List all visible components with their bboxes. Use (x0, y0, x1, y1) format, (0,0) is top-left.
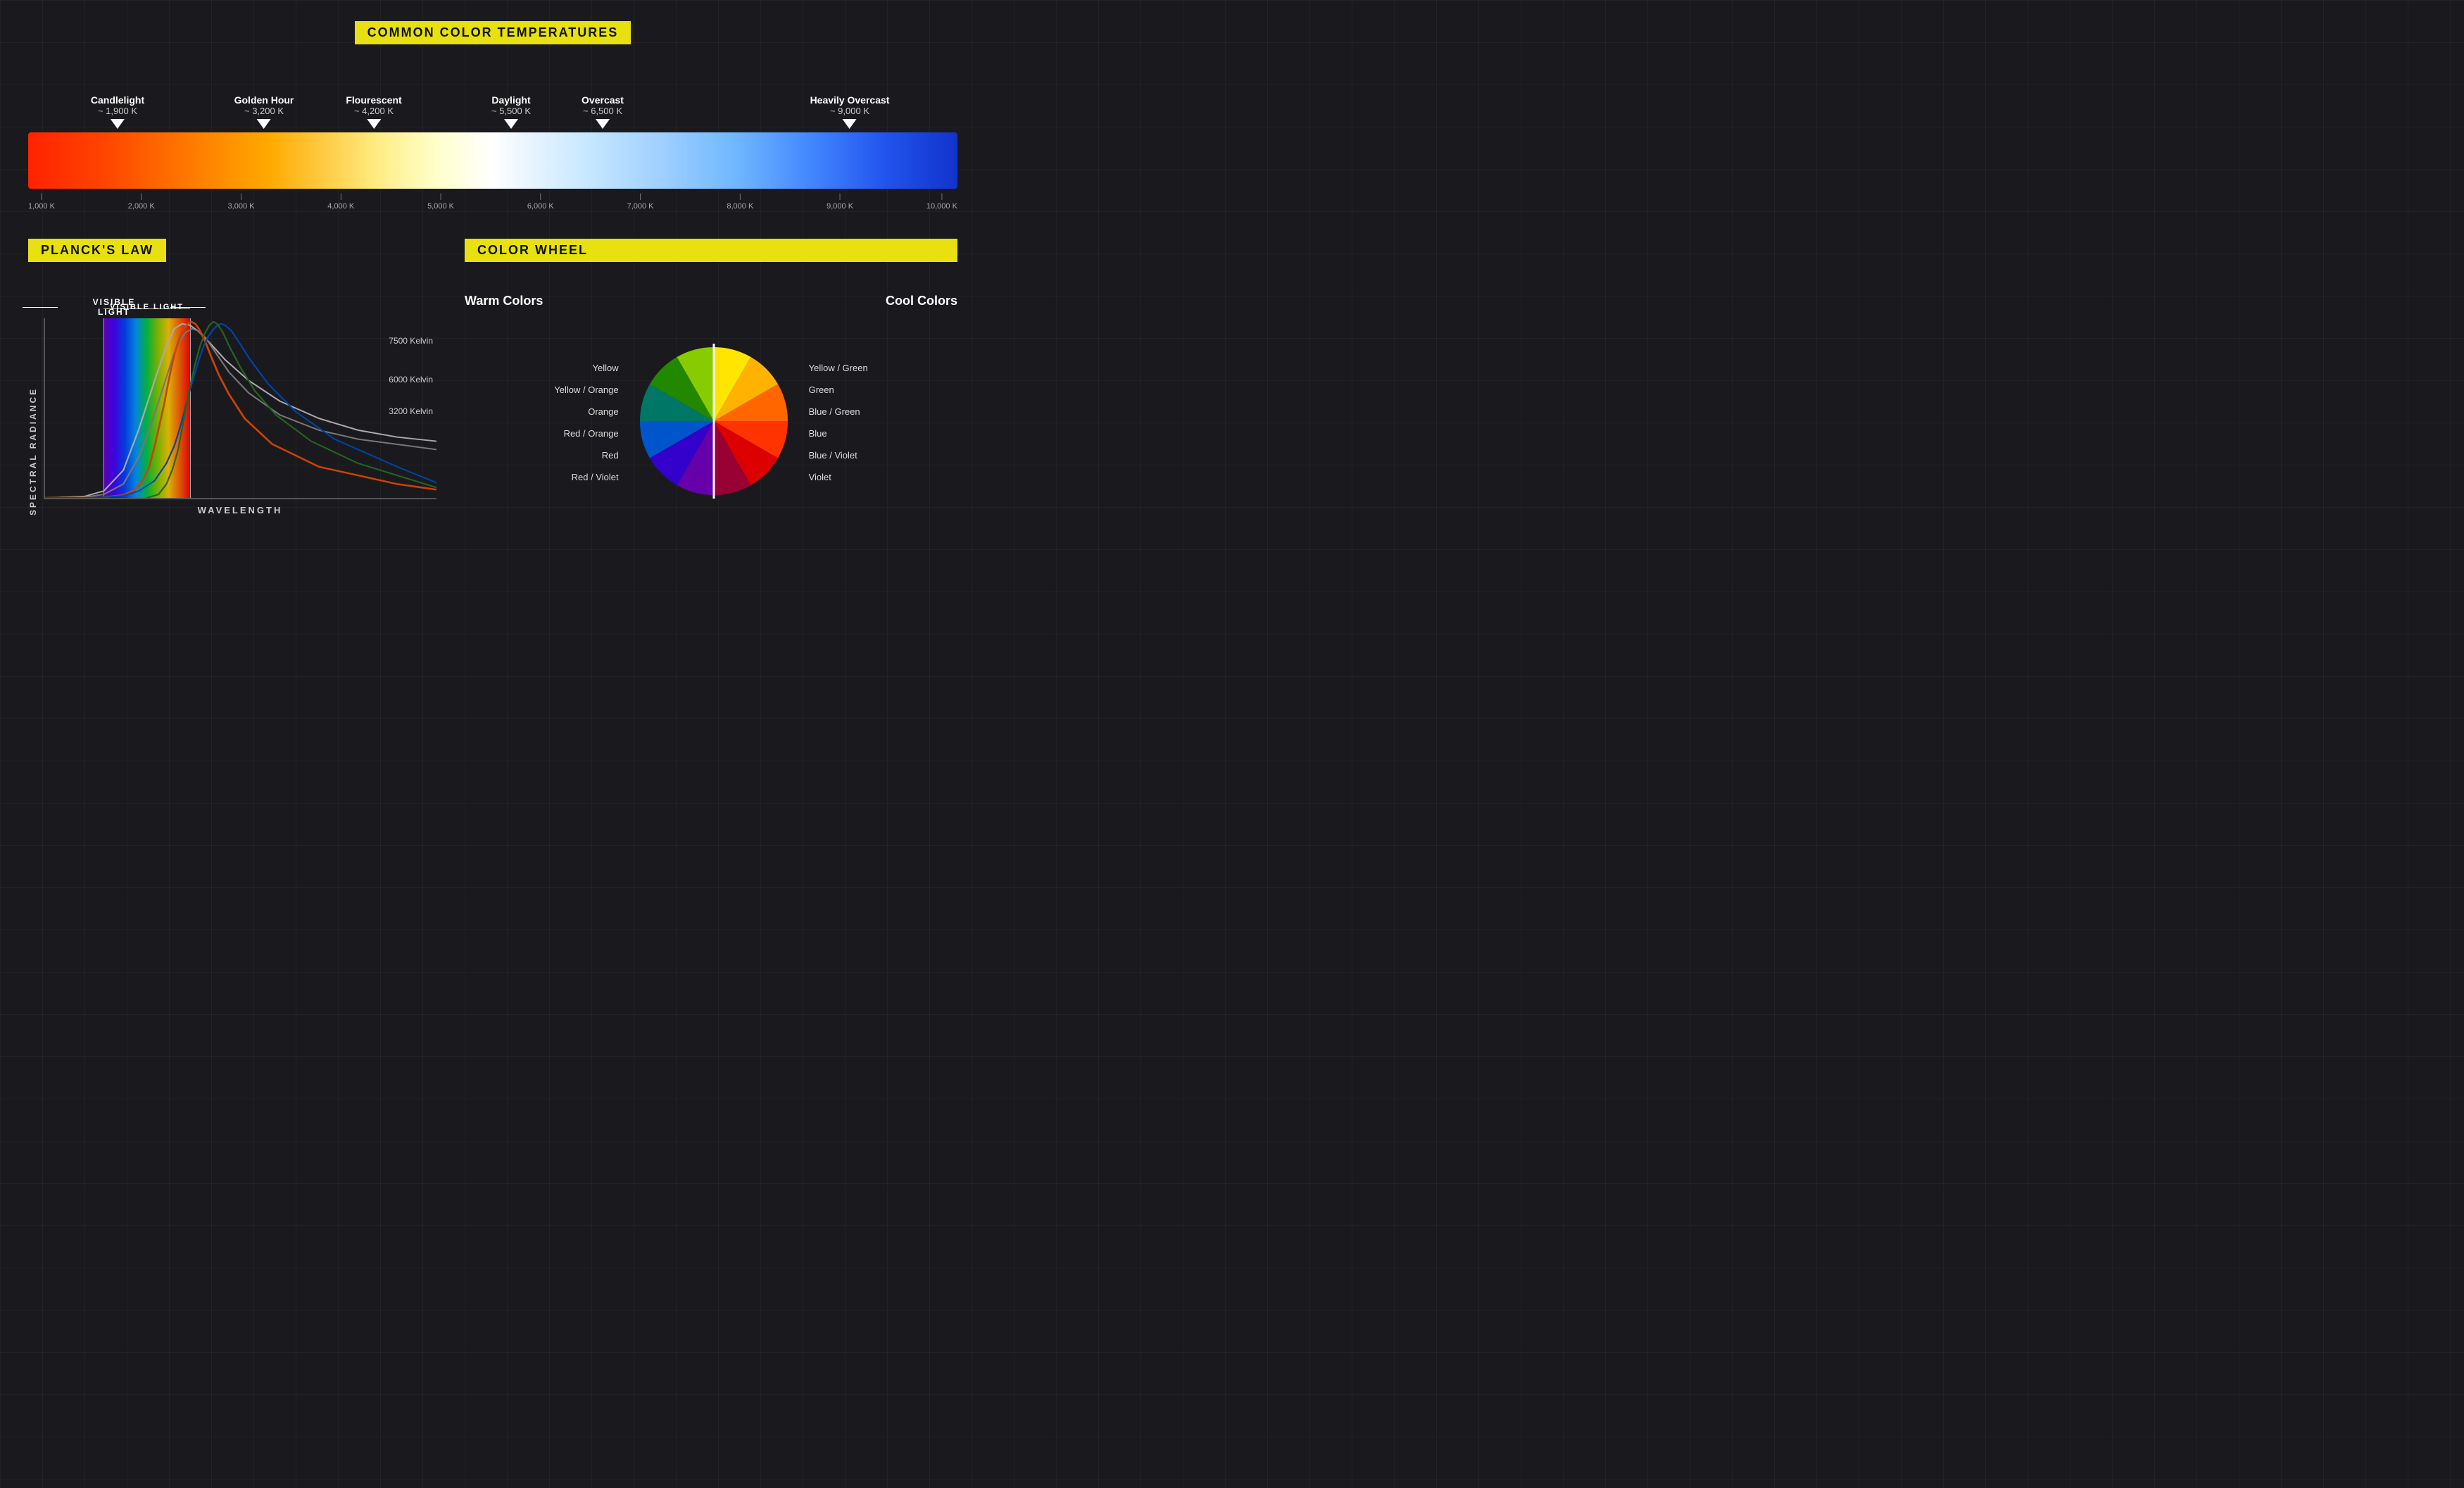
warm-labels: Yellow Yellow / Orange Orange Red / Oran… (554, 357, 618, 488)
temp-labels-container: Candlelight ~ 1,900 K Golden Hour ~ 3,20… (35, 80, 950, 129)
tick-2000k: 2,000 K (128, 193, 155, 211)
temp-label-golden-hour: Golden Hour ~ 3,200 K (234, 94, 294, 129)
warm-label-red-orange: Red / Orange (564, 423, 619, 444)
tick-8000k: 8,000 K (727, 193, 753, 211)
chart-inner: VISIBLE LIGHT VISIBLE LIGHT (44, 297, 436, 515)
warm-label-red: Red (602, 444, 619, 466)
plancks-section: PLANCK'S LAW SPECTRAL RADIANCE VISIBLE L… (28, 239, 436, 515)
tick-4000k: 4,000 K (327, 193, 354, 211)
tick-6000k: 6,000 K (527, 193, 554, 211)
cool-label-blue-green: Blue / Green (809, 401, 860, 423)
cool-label-blue-violet: Blue / Violet (809, 444, 857, 466)
color-bar-wrapper (28, 132, 957, 189)
cool-labels: Yellow / Green Green Blue / Green Blue B… (809, 357, 868, 488)
page: COMMON COLOR TEMPERATURES Candlelight ~ … (0, 0, 986, 537)
warm-label-yellow: Yellow (593, 357, 619, 379)
tick-10000k: 10,000 K (926, 193, 957, 211)
chart-area: VISIBLE LIGHT (44, 318, 436, 499)
color-wheel-wrapper (633, 340, 795, 506)
curve-label-3200: 3200 Kelvin (389, 406, 433, 416)
tick-9000k: 9,000 K (826, 193, 853, 211)
visible-light-label: VISIBLE LIGHT (86, 297, 142, 317)
color-wheel-content: Yellow Yellow / Orange Orange Red / Oran… (465, 330, 957, 515)
arrow-golden-hour (257, 119, 271, 129)
color-wheel-title: COLOR WHEEL (465, 239, 957, 262)
temp-label-daylight: Daylight ~ 5,500 K (491, 94, 531, 129)
warm-label-orange: Orange (588, 401, 618, 423)
tick-row: 1,000 K 2,000 K 3,000 K 4,000 K 5,000 K … (28, 189, 957, 211)
warm-label-yellow-orange: Yellow / Orange (554, 379, 618, 401)
y-axis-label: SPECTRAL RADIANCE (28, 297, 38, 515)
warm-header: Warm Colors (465, 294, 543, 308)
warm-label-red-violet: Red / Violet (572, 466, 619, 488)
curve-label-7500: 7500 Kelvin (389, 336, 433, 346)
tick-5000k: 5,000 K (427, 193, 454, 211)
planck-curves-svg (45, 318, 436, 498)
color-wheel-section: COLOR WHEEL Warm Colors Cool Colors Yell… (465, 239, 957, 515)
temp-label-candlelight: Candlelight ~ 1,900 K (91, 94, 144, 129)
temp-label-flourescent: Flourescent ~ 4,200 K (346, 94, 401, 129)
arrow-heavily-overcast (843, 119, 857, 129)
cool-label-green: Green (809, 379, 834, 401)
temp-label-overcast: Overcast ~ 6,500 K (582, 94, 624, 129)
tick-1000k: 1,000 K (28, 193, 55, 211)
temp-label-heavily-overcast: Heavily Overcast ~ 9,000 K (810, 94, 890, 129)
bottom-section: PLANCK'S LAW SPECTRAL RADIANCE VISIBLE L… (28, 239, 957, 515)
cool-label-yellow-green: Yellow / Green (809, 357, 868, 379)
top-section: COMMON COLOR TEMPERATURES Candlelight ~ … (28, 21, 957, 211)
cool-label-violet: Violet (809, 466, 831, 488)
arrow-overcast (596, 119, 610, 129)
arrow-flourescent (367, 119, 381, 129)
curve-label-6000: 6000 Kelvin (389, 375, 433, 384)
tick-3000k: 3,000 K (228, 193, 255, 211)
arrow-daylight (504, 119, 518, 129)
top-section-title: COMMON COLOR TEMPERATURES (355, 21, 631, 44)
cool-label-blue: Blue (809, 423, 827, 444)
color-wheel-svg (633, 340, 795, 502)
color-temperature-bar (28, 132, 957, 189)
plancks-title: PLANCK'S LAW (28, 239, 166, 262)
tick-7000k: 7,000 K (627, 193, 654, 211)
cool-header: Cool Colors (886, 294, 957, 308)
x-axis-label: WAVELENGTH (44, 505, 436, 515)
arrow-candlelight (111, 119, 125, 129)
chart-container: SPECTRAL RADIANCE VISIBLE LIGHT VISIBLE … (28, 297, 436, 515)
